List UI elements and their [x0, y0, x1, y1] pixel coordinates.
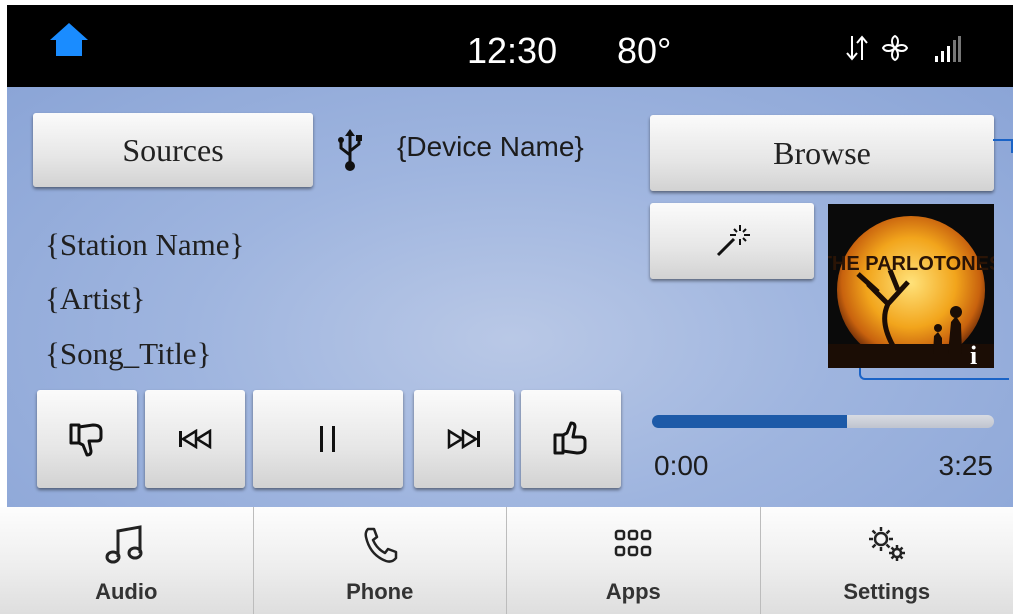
next-track-button[interactable] — [414, 390, 514, 488]
thumbs-down-icon — [69, 423, 103, 457]
station-name: {Station Name} — [45, 227, 245, 262]
next-icon — [447, 429, 480, 449]
fan-icon — [881, 34, 909, 62]
music-note-icon — [105, 525, 143, 564]
elapsed-time: 0:00 — [654, 450, 709, 481]
browse-connector-line — [993, 139, 1013, 153]
status-bar: 12:30 80° — [7, 5, 1013, 87]
signal-icon — [935, 36, 961, 62]
tab-phone-label: Phone — [346, 579, 414, 604]
album-art-connector-line — [859, 368, 1009, 380]
info-icon[interactable]: i — [970, 341, 977, 370]
outside-temperature: 80° — [617, 30, 672, 71]
magic-wand-icon — [716, 225, 750, 257]
clock: 12:30 — [467, 30, 558, 71]
infotainment-screen: 12:30 80° Sources {Device Name} Browse {… — [0, 0, 1013, 614]
song-title: {Song_Title} — [45, 336, 212, 371]
tab-apps[interactable]: Apps — [507, 507, 761, 614]
pause-icon — [320, 426, 335, 452]
artist-name: {Artist} — [45, 281, 146, 316]
thumbs-up-button[interactable] — [521, 390, 621, 488]
tab-apps-label: Apps — [605, 579, 661, 604]
pause-button[interactable] — [253, 390, 403, 488]
tab-audio[interactable]: Audio — [0, 507, 254, 614]
track-duration: 3:25 — [938, 450, 994, 481]
bottom-tab-bar: Audio Phone Apps Settings — [0, 507, 1013, 614]
band-name: THE PARLOTONES — [828, 253, 994, 275]
magic-wand-button[interactable] — [650, 203, 814, 279]
album-art[interactable]: THE PARLOTONES i — [820, 204, 1002, 370]
previous-icon — [179, 429, 212, 449]
gears-icon — [868, 527, 905, 561]
progress-fill — [652, 415, 847, 428]
tab-settings[interactable]: Settings — [760, 507, 1013, 614]
browse-button[interactable]: Browse — [650, 115, 994, 191]
audio-panel: Sources {Device Name} Browse {Station Na… — [7, 87, 1013, 507]
thumbs-up-icon — [553, 421, 587, 455]
tab-phone[interactable]: Phone — [253, 507, 507, 614]
tab-audio-label: Audio — [95, 579, 158, 604]
usb-icon — [338, 129, 362, 171]
home-icon[interactable] — [49, 21, 89, 57]
progress-bar[interactable] — [652, 415, 994, 428]
sources-button[interactable]: Sources — [33, 113, 313, 187]
device-name: {Device Name} — [397, 131, 584, 162]
svg-text:i: i — [970, 341, 977, 368]
phone-icon — [364, 527, 397, 563]
tab-settings-label: Settings — [843, 579, 931, 604]
thumbs-down-button[interactable] — [37, 390, 137, 488]
sources-label: Sources — [122, 131, 224, 168]
browse-label: Browse — [773, 134, 871, 171]
transfer-icon — [846, 35, 868, 61]
previous-track-button[interactable] — [145, 390, 245, 488]
apps-grid-icon — [615, 529, 652, 557]
